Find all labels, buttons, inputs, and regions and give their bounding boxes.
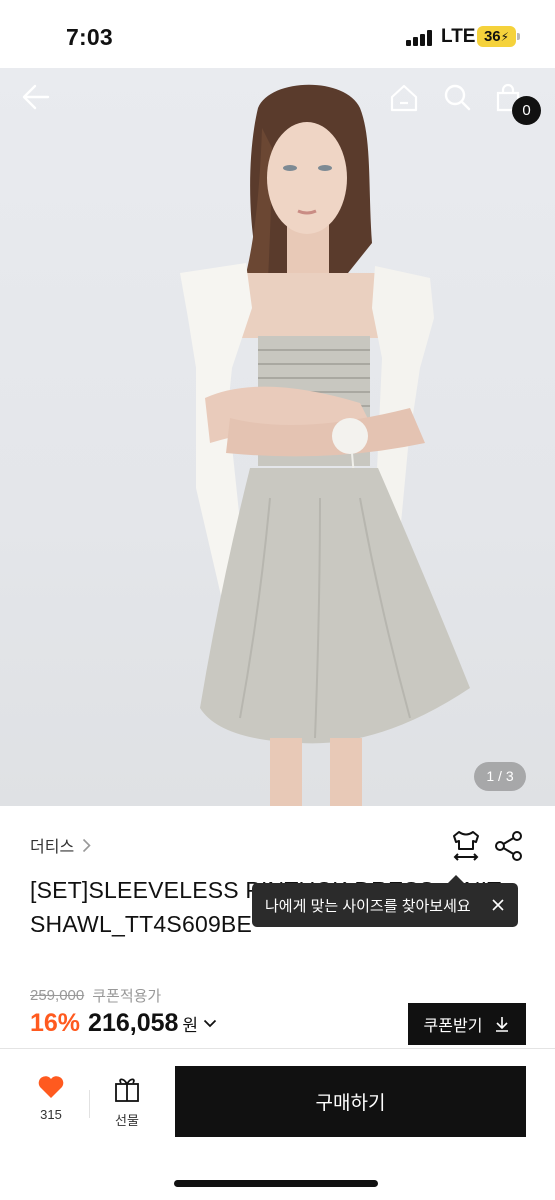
gift-icon [115,1078,139,1102]
like-count: 315 [40,1107,62,1122]
home-indicator [174,1180,378,1187]
status-time: 7:03 [66,24,113,50]
battery-icon: 36⚡ [477,26,516,47]
heart-icon [38,1076,64,1098]
discount-rate: 16% [30,1009,81,1037]
coupon-button-label: 쿠폰받기 [423,1018,483,1035]
signal-icon [406,30,434,46]
coupon-download-button[interactable]: 쿠폰받기 [408,1003,526,1045]
home-icon [390,84,418,112]
size-guide-icon[interactable] [450,829,482,863]
original-price-row: 259,000 쿠폰적용가 [30,985,161,1006]
arrow-left-icon [22,84,50,110]
bottom-divider [89,1090,90,1118]
brand-link[interactable]: 더티스 [30,833,91,857]
buy-button[interactable]: 구매하기 [175,1066,526,1137]
size-tooltip[interactable]: 나에게 맞는 사이즈를 찾아보세요 [252,875,518,927]
like-button[interactable]: 315 [24,1075,78,1135]
model-photo [180,84,470,806]
status-bar: 7:03 LTE 36⚡ [0,0,555,68]
back-button[interactable] [22,83,62,123]
original-price: 259,000 [30,987,85,1004]
currency-unit: 원 [182,1016,199,1035]
search-button[interactable] [443,83,483,123]
chevron-right-icon [83,838,91,852]
brand-name: 더티스 [30,839,75,856]
share-icon[interactable] [494,830,524,862]
chevron-down-icon [203,1019,217,1028]
search-icon [444,84,471,111]
gift-label: 선물 [115,1113,139,1128]
home-button[interactable] [389,83,429,123]
product-image[interactable] [0,68,555,806]
cart-count-badge: 0 [512,96,541,125]
download-icon [496,1017,509,1032]
sale-price: 216,058 [88,1009,179,1037]
image-page-indicator: 1 / 3 [474,762,526,791]
close-icon[interactable] [488,895,508,915]
tooltip-text: 나에게 맞는 사이즈를 찾아보세요 [265,897,471,915]
battery-level: 36 [483,28,501,45]
network-label: LTE [441,26,476,47]
price-row[interactable]: 16% 216,058 원 [30,1009,217,1038]
gift-button[interactable]: 선물 [104,1075,150,1135]
coupon-applied-label: 쿠폰적용가 [92,988,162,1005]
battery-tip [517,33,520,40]
